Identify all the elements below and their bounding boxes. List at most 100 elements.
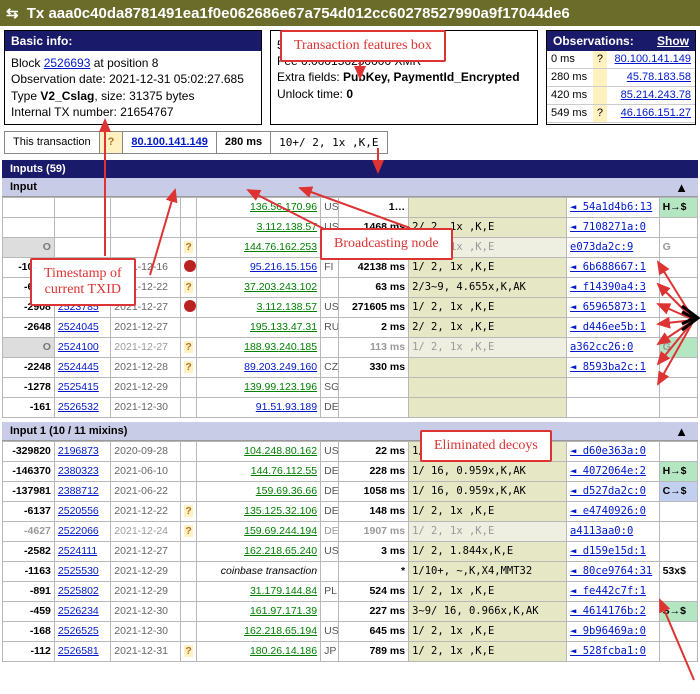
row-ip[interactable]: 37.203.243.102 [244, 281, 317, 293]
end-tag [659, 621, 697, 641]
row-ip[interactable]: 31.179.144.84 [250, 585, 317, 597]
hash-link[interactable]: ◄ 9b96469a:0 [570, 625, 646, 637]
row-ip[interactable]: 159.69.36.66 [256, 485, 317, 497]
features: 2/3~9, 4.655x,K,AK [409, 277, 567, 297]
obs-ip[interactable]: 85.214.243.78 [621, 89, 691, 101]
hash-link[interactable]: ◄ 528fcba1:0 [570, 645, 646, 657]
table-row[interactable]: -329820 2196873 2020-09-28 104.248.80.16… [3, 441, 698, 461]
row-flag [181, 217, 197, 237]
table-row[interactable]: -6137 2520556 2021-12-22 ? 135.125.32.10… [3, 501, 698, 521]
hash-link[interactable]: ◄ fe442c7f:1 [570, 585, 646, 597]
block-link[interactable]: 2525802 [58, 585, 99, 597]
hash-link[interactable]: ◄ e4740926:0 [570, 505, 646, 517]
hash-link[interactable]: ◄ d159e15d:1 [570, 545, 646, 557]
block-link[interactable]: 2526581 [58, 645, 99, 657]
table-row[interactable]: -2248 2524445 2021-12-28 ? 89.203.249.16… [3, 357, 698, 377]
end-tag [659, 441, 697, 461]
row-ip[interactable]: 188.93.240.185 [244, 341, 317, 353]
table-row[interactable]: -168 2526525 2021-12-30 162.218.65.194 U… [3, 621, 698, 641]
features [409, 397, 567, 417]
table-row[interactable]: -1278 2525415 2021-12-29 139.99.123.196 … [3, 377, 698, 397]
end-tag [659, 377, 697, 397]
block-link[interactable]: 2520556 [58, 505, 99, 517]
row-ip[interactable]: 180.26.14.186 [250, 645, 317, 657]
features: 1/ 2, 1.844x,K,E [409, 541, 567, 561]
table-row[interactable]: -2648 2524045 2021-12-27 195.133.47.31 R… [3, 317, 698, 337]
row-ip[interactable]: 104.248.80.162 [244, 445, 317, 457]
row-ip[interactable]: 161.97.171.39 [250, 605, 317, 617]
end-tag [659, 297, 697, 317]
row-ip[interactable]: 144.76.112.55 [251, 465, 317, 477]
row-ip[interactable]: 3.112.138.57 [257, 301, 318, 313]
row-ip[interactable]: 89.203.249.160 [244, 361, 317, 373]
table-row[interactable]: 136.56.170.96 US 1… ◄ 54a1d4b6:13 H→$ [3, 197, 698, 217]
table-row[interactable]: -1163 2525530 2021-12-29 coinbase transa… [3, 561, 698, 581]
inputs-header[interactable]: Inputs (59) [2, 160, 698, 178]
this-tx-ip[interactable]: 80.100.141.149 [131, 136, 207, 148]
row-ip[interactable]: 162.218.65.194 [244, 625, 317, 637]
show-link[interactable]: Show [657, 33, 689, 49]
hash-link[interactable]: ◄ 8593ba2c:1 [570, 361, 646, 373]
table-row[interactable]: -146370 2380323 2021-06-10 144.76.112.55… [3, 461, 698, 481]
hash-link[interactable]: ◄ 7108271a:0 [570, 221, 646, 233]
block-link[interactable]: 2526525 [58, 625, 99, 637]
block-link[interactable]: 2196873 [58, 445, 99, 457]
row-ip[interactable]: 91.51.93.189 [256, 401, 317, 413]
hash-link[interactable]: ◄ d527da2c:0 [570, 485, 646, 497]
hash-link[interactable]: ◄ 6b688667:1 [570, 261, 646, 273]
block-link[interactable]: 2522066 [58, 525, 99, 537]
table-row[interactable]: O 2524100 2021-12-27 ? 188.93.240.185 11… [3, 337, 698, 357]
table-row[interactable]: -112 2526581 2021-12-31 ? 180.26.14.186 … [3, 641, 698, 661]
row-ip[interactable]: 144.76.162.253 [244, 241, 317, 253]
block-link[interactable]: 2525530 [58, 565, 99, 577]
obs-ip[interactable]: 46.166.151.27 [621, 107, 691, 119]
row-ip[interactable]: 159.69.244.194 [244, 525, 317, 537]
table-row[interactable]: -2582 2524111 2021-12-27 162.218.65.240 … [3, 541, 698, 561]
row-ip[interactable]: 162.218.65.240 [244, 545, 317, 557]
row-ip[interactable]: 3.112.138.57 [257, 221, 318, 233]
row-ip[interactable]: 135.125.32.106 [244, 505, 317, 517]
table-row[interactable]: -891 2525802 2021-12-29 31.179.144.84 PL… [3, 581, 698, 601]
hash-link[interactable]: ◄ 4072064e:2 [570, 465, 646, 477]
table-row[interactable]: -137981 2388712 2021-06-22 159.69.36.66 … [3, 481, 698, 501]
hash-link[interactable]: ◄ d60e363a:0 [570, 445, 646, 457]
features: 1/ 2, 1x ,K,E [409, 581, 567, 601]
hash-link[interactable]: e073da2c:9 [570, 241, 633, 253]
block-link[interactable]: 2524445 [58, 361, 99, 373]
block-link[interactable]: 2526234 [58, 605, 99, 617]
input0-header[interactable]: Input▲ [2, 178, 698, 197]
obs-ip[interactable]: 45.78.183.58 [627, 71, 691, 83]
block-link[interactable]: 2524111 [58, 545, 97, 557]
offset: -1163 [3, 561, 55, 581]
table-row[interactable]: -161 2526532 2021-12-30 91.51.93.189 DE [3, 397, 698, 417]
block-link[interactable]: 2526532 [58, 401, 99, 413]
block-link[interactable]: 2526693 [44, 56, 91, 70]
hash-link[interactable]: ◄ 54a1d4b6:13 [570, 201, 652, 213]
obs-ip[interactable]: 80.100.141.149 [615, 53, 691, 65]
block-link[interactable]: 2380323 [58, 465, 99, 477]
table-row[interactable]: -4627 2522066 2021-12-24 ? 159.69.244.19… [3, 521, 698, 541]
block-link[interactable]: 2525415 [58, 381, 99, 393]
question-icon: ? [99, 131, 124, 154]
end-tag [659, 357, 697, 377]
row-flag [181, 581, 197, 601]
hash-link[interactable]: a362cc26:0 [570, 341, 633, 353]
hash-link[interactable]: ◄ f14390a4:3 [570, 281, 646, 293]
table-row[interactable]: -459 2526234 2021-12-30 161.97.171.39 22… [3, 601, 698, 621]
row-ip[interactable]: 139.99.123.196 [244, 381, 317, 393]
block-link[interactable]: 2388712 [58, 485, 99, 497]
hash-link[interactable]: ◄ d446ee5b:1 [570, 321, 646, 333]
collapse-icon[interactable]: ▲ [675, 424, 688, 439]
hash-link[interactable]: ◄ 4614176b:2 [570, 605, 646, 617]
row-flag [181, 297, 197, 317]
input1-header[interactable]: Input 1 (10 / 11 mixins)▲ [2, 422, 698, 441]
block-link[interactable]: 2524045 [58, 321, 99, 333]
hash-link[interactable]: ◄ 65965873:1 [570, 301, 646, 313]
block-link[interactable]: 2524100 [58, 341, 99, 353]
row-ip[interactable]: 136.56.170.96 [250, 201, 317, 213]
collapse-icon[interactable]: ▲ [675, 180, 688, 195]
row-ip[interactable]: 195.133.47.31 [250, 321, 317, 333]
hash-link[interactable]: a4113aa0:0 [570, 525, 633, 537]
hash-link[interactable]: ◄ 80ce9764:31 [570, 565, 652, 577]
row-ip[interactable]: 95.216.15.156 [250, 261, 317, 273]
